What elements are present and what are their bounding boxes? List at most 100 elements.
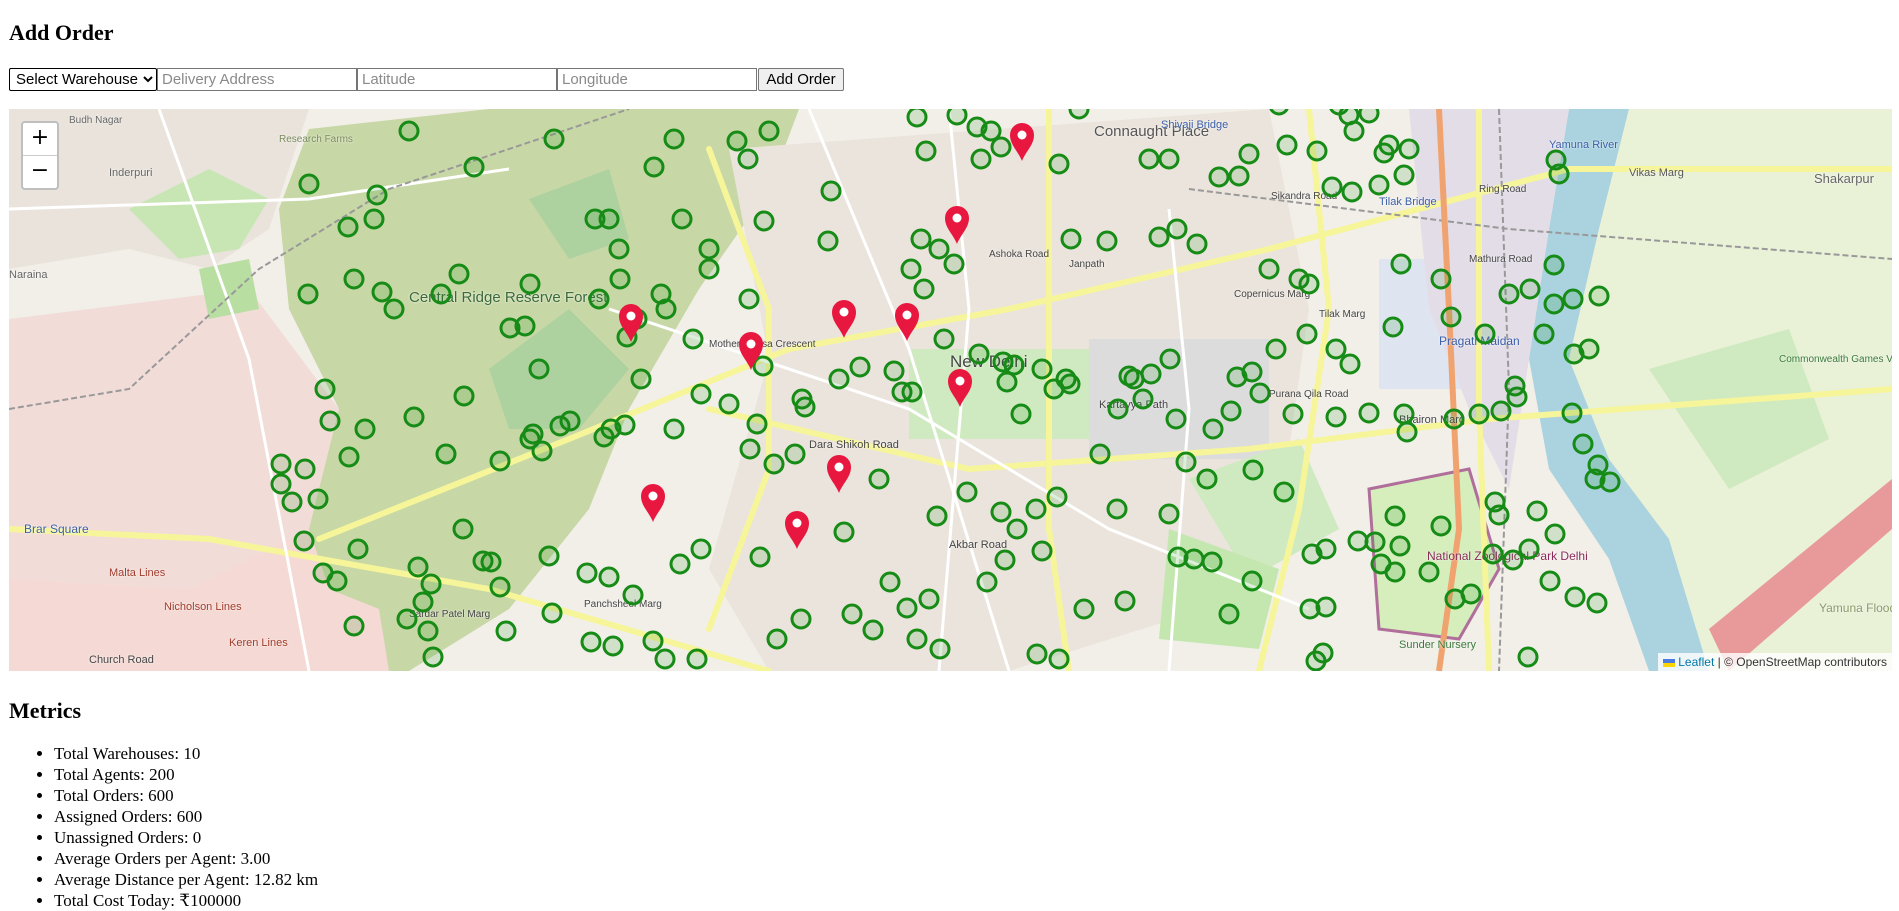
agent-marker[interactable]: [354, 418, 376, 440]
agent-marker[interactable]: [1533, 323, 1555, 345]
agent-marker[interactable]: [1202, 418, 1224, 440]
agent-marker[interactable]: [1543, 254, 1565, 276]
agent-marker[interactable]: [343, 615, 365, 637]
agent-marker[interactable]: [1339, 353, 1361, 375]
agent-marker[interactable]: [1498, 283, 1520, 305]
agent-marker[interactable]: [1430, 515, 1452, 537]
agent-marker[interactable]: [833, 521, 855, 543]
agent-marker[interactable]: [929, 638, 951, 660]
agent-marker[interactable]: [1418, 561, 1440, 583]
agent-marker[interactable]: [1228, 165, 1250, 187]
agent-marker[interactable]: [906, 628, 928, 650]
agent-marker[interactable]: [1562, 288, 1584, 310]
agent-marker[interactable]: [614, 414, 636, 436]
agent-marker[interactable]: [1440, 306, 1462, 328]
agent-marker[interactable]: [883, 360, 905, 382]
agent-marker[interactable]: [784, 443, 806, 465]
agent-marker[interactable]: [1506, 386, 1528, 408]
agent-marker[interactable]: [1389, 535, 1411, 557]
agent-marker[interactable]: [1460, 583, 1482, 605]
agent-marker[interactable]: [294, 458, 316, 480]
agent-marker[interactable]: [435, 443, 457, 465]
agent-marker[interactable]: [1588, 285, 1610, 307]
agent-marker[interactable]: [1398, 138, 1420, 160]
agent-marker[interactable]: [718, 393, 740, 415]
warehouse-marker[interactable]: [948, 369, 972, 407]
agent-marker[interactable]: [643, 156, 665, 178]
agent-marker[interactable]: [1096, 230, 1118, 252]
agent-marker[interactable]: [1578, 338, 1600, 360]
agent-marker[interactable]: [1175, 451, 1197, 473]
agent-marker[interactable]: [1026, 643, 1048, 665]
agent-marker[interactable]: [1046, 486, 1068, 508]
agent-marker[interactable]: [463, 156, 485, 178]
agent-marker[interactable]: [1396, 421, 1418, 443]
agent-marker[interactable]: [970, 148, 992, 170]
agent-marker[interactable]: [298, 173, 320, 195]
agent-marker[interactable]: [398, 120, 420, 142]
agent-marker[interactable]: [918, 588, 940, 610]
agent-marker[interactable]: [642, 630, 664, 652]
agent-marker[interactable]: [453, 385, 475, 407]
agent-marker[interactable]: [1258, 258, 1280, 280]
agent-marker[interactable]: [281, 491, 303, 513]
agent-marker[interactable]: [1196, 468, 1218, 490]
agent-marker[interactable]: [671, 208, 693, 230]
agent-marker[interactable]: [270, 453, 292, 475]
agent-marker[interactable]: [1490, 400, 1512, 422]
agent-marker[interactable]: [420, 573, 442, 595]
agent-marker[interactable]: [690, 538, 712, 560]
warehouse-marker[interactable]: [945, 206, 969, 244]
agent-marker[interactable]: [849, 356, 871, 378]
agent-marker[interactable]: [737, 148, 759, 170]
agent-marker[interactable]: [297, 283, 319, 305]
agent-marker[interactable]: [576, 562, 598, 584]
latitude-input[interactable]: [357, 68, 557, 91]
agent-marker[interactable]: [1218, 603, 1240, 625]
agent-marker[interactable]: [1572, 433, 1594, 455]
agent-marker[interactable]: [1315, 538, 1337, 560]
agent-marker[interactable]: [1539, 570, 1561, 592]
agent-marker[interactable]: [868, 468, 890, 490]
agent-marker[interactable]: [726, 130, 748, 152]
agent-marker[interactable]: [828, 368, 850, 390]
agent-marker[interactable]: [1564, 586, 1586, 608]
agent-marker[interactable]: [1183, 548, 1205, 570]
agent-marker[interactable]: [1325, 406, 1347, 428]
agent-marker[interactable]: [946, 109, 968, 126]
agent-marker[interactable]: [1114, 590, 1136, 612]
agent-marker[interactable]: [347, 538, 369, 560]
agent-marker[interactable]: [900, 258, 922, 280]
agent-marker[interactable]: [669, 553, 691, 575]
agent-marker[interactable]: [1393, 164, 1415, 186]
agent-marker[interactable]: [602, 635, 624, 657]
agent-marker[interactable]: [663, 418, 685, 440]
agent-marker[interactable]: [817, 230, 839, 252]
agent-marker[interactable]: [1220, 400, 1242, 422]
agent-marker[interactable]: [609, 268, 631, 290]
agent-marker[interactable]: [690, 383, 712, 405]
agent-marker[interactable]: [990, 136, 1012, 158]
agent-marker[interactable]: [654, 648, 676, 670]
agent-marker[interactable]: [480, 551, 502, 573]
agent-marker[interactable]: [489, 450, 511, 472]
agent-marker[interactable]: [1003, 354, 1025, 376]
agent-marker[interactable]: [1347, 530, 1369, 552]
warehouse-marker[interactable]: [641, 484, 665, 522]
warehouse-marker[interactable]: [827, 455, 851, 493]
agent-marker[interactable]: [1474, 323, 1496, 345]
agent-marker[interactable]: [1273, 481, 1295, 503]
agent-marker[interactable]: [1343, 120, 1365, 142]
agent-marker[interactable]: [1321, 176, 1343, 198]
agent-marker[interactable]: [738, 288, 760, 310]
agent-marker[interactable]: [794, 396, 816, 418]
agent-marker[interactable]: [1031, 358, 1053, 380]
agent-marker[interactable]: [363, 208, 385, 230]
agent-marker[interactable]: [910, 228, 932, 250]
agent-marker[interactable]: [739, 438, 761, 460]
agent-marker[interactable]: [1249, 382, 1271, 404]
agent-marker[interactable]: [879, 571, 901, 593]
agent-marker[interactable]: [495, 620, 517, 642]
agent-marker[interactable]: [1226, 366, 1248, 388]
agent-marker[interactable]: [913, 278, 935, 300]
